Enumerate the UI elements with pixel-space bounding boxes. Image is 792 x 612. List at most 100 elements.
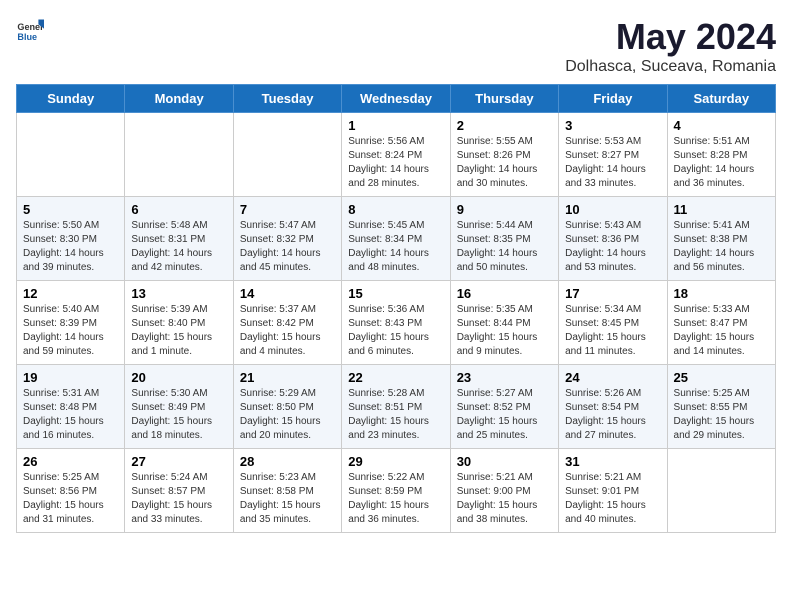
day-number: 31 bbox=[565, 454, 661, 469]
day-number: 30 bbox=[457, 454, 553, 469]
day-info: Sunrise: 5:23 AM Sunset: 8:58 PM Dayligh… bbox=[240, 471, 336, 527]
calendar-cell: 16 Sunrise: 5:35 AM Sunset: 8:44 PM Dayli… bbox=[450, 281, 558, 365]
day-number: 6 bbox=[131, 202, 227, 217]
title-block: May 2024 Dolhasca, Suceava, Romania bbox=[565, 16, 776, 76]
day-header-tuesday: Tuesday bbox=[233, 85, 341, 113]
calendar-cell: 4 Sunrise: 5:51 AM Sunset: 8:28 PM Daylig… bbox=[667, 113, 775, 197]
day-number: 26 bbox=[23, 454, 119, 469]
day-number: 5 bbox=[23, 202, 119, 217]
day-info: Sunrise: 5:50 AM Sunset: 8:30 PM Dayligh… bbox=[23, 219, 119, 275]
day-number: 7 bbox=[240, 202, 336, 217]
logo: General Blue bbox=[16, 16, 44, 44]
day-number: 21 bbox=[240, 370, 336, 385]
day-header-friday: Friday bbox=[559, 85, 667, 113]
day-number: 9 bbox=[457, 202, 553, 217]
day-number: 12 bbox=[23, 286, 119, 301]
day-info: Sunrise: 5:31 AM Sunset: 8:48 PM Dayligh… bbox=[23, 387, 119, 443]
week-row-4: 19Sunrise: 5:31 AM Sunset: 8:48 PM Dayli… bbox=[17, 365, 776, 449]
calendar-cell: 6 Sunrise: 5:48 AM Sunset: 8:31 PM Daylig… bbox=[125, 197, 233, 281]
calendar-cell: 8 Sunrise: 5:45 AM Sunset: 8:34 PM Daylig… bbox=[342, 197, 450, 281]
day-number: 22 bbox=[348, 370, 444, 385]
calendar-cell: 20 Sunrise: 5:30 AM Sunset: 8:49 PM Dayli… bbox=[125, 365, 233, 449]
day-info: Sunrise: 5:45 AM Sunset: 8:34 PM Dayligh… bbox=[348, 219, 444, 275]
calendar-cell: 12 Sunrise: 5:40 AM Sunset: 8:39 PM Dayli… bbox=[17, 281, 125, 365]
day-header-thursday: Thursday bbox=[450, 85, 558, 113]
calendar-cell bbox=[233, 113, 341, 197]
day-number: 23 bbox=[457, 370, 553, 385]
calendar-cell: 18 Sunrise: 5:33 AM Sunset: 8:47 PM Dayli… bbox=[667, 281, 775, 365]
main-title: May 2024 bbox=[565, 16, 776, 58]
day-info: Sunrise: 5:55 AM Sunset: 8:26 PM Dayligh… bbox=[457, 135, 553, 191]
calendar-cell: 25 Sunrise: 5:25 AM Sunset: 8:55 PM Dayli… bbox=[667, 365, 775, 449]
day-info: Sunrise: 5:47 AM Sunset: 8:32 PM Dayligh… bbox=[240, 219, 336, 275]
day-number: 28 bbox=[240, 454, 336, 469]
week-row-1: 1Sunrise: 5:56 AM Sunset: 8:24 PM Daylig… bbox=[17, 113, 776, 197]
day-info: Sunrise: 5:35 AM Sunset: 8:44 PM Dayligh… bbox=[457, 303, 553, 359]
day-number: 14 bbox=[240, 286, 336, 301]
calendar-cell: 19Sunrise: 5:31 AM Sunset: 8:48 PM Dayli… bbox=[17, 365, 125, 449]
calendar-cell: 24Sunrise: 5:26 AM Sunset: 8:54 PM Dayli… bbox=[559, 365, 667, 449]
calendar-cell bbox=[667, 449, 775, 533]
day-number: 20 bbox=[131, 370, 227, 385]
day-header-wednesday: Wednesday bbox=[342, 85, 450, 113]
day-info: Sunrise: 5:34 AM Sunset: 8:45 PM Dayligh… bbox=[565, 303, 661, 359]
calendar-cell: 11Sunrise: 5:41 AM Sunset: 8:38 PM Dayli… bbox=[667, 197, 775, 281]
calendar-cell: 29Sunrise: 5:22 AM Sunset: 8:59 PM Dayli… bbox=[342, 449, 450, 533]
day-info: Sunrise: 5:51 AM Sunset: 8:28 PM Dayligh… bbox=[674, 135, 770, 191]
day-info: Sunrise: 5:40 AM Sunset: 8:39 PM Dayligh… bbox=[23, 303, 119, 359]
day-info: Sunrise: 5:22 AM Sunset: 8:59 PM Dayligh… bbox=[348, 471, 444, 527]
calendar-cell bbox=[125, 113, 233, 197]
day-number: 17 bbox=[565, 286, 661, 301]
day-number: 4 bbox=[674, 118, 770, 133]
calendar-cell: 23Sunrise: 5:27 AM Sunset: 8:52 PM Dayli… bbox=[450, 365, 558, 449]
day-number: 1 bbox=[348, 118, 444, 133]
day-number: 16 bbox=[457, 286, 553, 301]
day-number: 8 bbox=[348, 202, 444, 217]
calendar-cell: 10Sunrise: 5:43 AM Sunset: 8:36 PM Dayli… bbox=[559, 197, 667, 281]
day-info: Sunrise: 5:36 AM Sunset: 8:43 PM Dayligh… bbox=[348, 303, 444, 359]
day-header-saturday: Saturday bbox=[667, 85, 775, 113]
day-info: Sunrise: 5:48 AM Sunset: 8:31 PM Dayligh… bbox=[131, 219, 227, 275]
day-number: 15 bbox=[348, 286, 444, 301]
page-header: General Blue May 2024 Dolhasca, Suceava,… bbox=[16, 16, 776, 76]
calendar-cell: 14 Sunrise: 5:37 AM Sunset: 8:42 PM Dayli… bbox=[233, 281, 341, 365]
week-row-2: 5 Sunrise: 5:50 AM Sunset: 8:30 PM Daylig… bbox=[17, 197, 776, 281]
subtitle: Dolhasca, Suceava, Romania bbox=[565, 58, 776, 76]
day-info: Sunrise: 5:44 AM Sunset: 8:35 PM Dayligh… bbox=[457, 219, 553, 275]
calendar-cell: 31 Sunrise: 5:21 AM Sunset: 9:01 PM Dayli… bbox=[559, 449, 667, 533]
day-info: Sunrise: 5:21 AM Sunset: 9:01 PM Dayligh… bbox=[565, 471, 661, 527]
day-info: Sunrise: 5:29 AM Sunset: 8:50 PM Dayligh… bbox=[240, 387, 336, 443]
day-header-sunday: Sunday bbox=[17, 85, 125, 113]
calendar-cell: 22 Sunrise: 5:28 AM Sunset: 8:51 PM Dayli… bbox=[342, 365, 450, 449]
day-number: 27 bbox=[131, 454, 227, 469]
day-info: Sunrise: 5:21 AM Sunset: 9:00 PM Dayligh… bbox=[457, 471, 553, 527]
day-info: Sunrise: 5:26 AM Sunset: 8:54 PM Dayligh… bbox=[565, 387, 661, 443]
calendar-cell: 15 Sunrise: 5:36 AM Sunset: 8:43 PM Dayli… bbox=[342, 281, 450, 365]
calendar-cell: 7 Sunrise: 5:47 AM Sunset: 8:32 PM Daylig… bbox=[233, 197, 341, 281]
day-info: Sunrise: 5:25 AM Sunset: 8:55 PM Dayligh… bbox=[674, 387, 770, 443]
calendar-cell: 2Sunrise: 5:55 AM Sunset: 8:26 PM Daylig… bbox=[450, 113, 558, 197]
day-info: Sunrise: 5:39 AM Sunset: 8:40 PM Dayligh… bbox=[131, 303, 227, 359]
calendar-cell: 27 Sunrise: 5:24 AM Sunset: 8:57 PM Dayli… bbox=[125, 449, 233, 533]
day-number: 25 bbox=[674, 370, 770, 385]
calendar-cell: 5 Sunrise: 5:50 AM Sunset: 8:30 PM Daylig… bbox=[17, 197, 125, 281]
calendar-cell: 21 Sunrise: 5:29 AM Sunset: 8:50 PM Dayli… bbox=[233, 365, 341, 449]
day-info: Sunrise: 5:37 AM Sunset: 8:42 PM Dayligh… bbox=[240, 303, 336, 359]
day-number: 13 bbox=[131, 286, 227, 301]
calendar-cell: 30 Sunrise: 5:21 AM Sunset: 9:00 PM Dayli… bbox=[450, 449, 558, 533]
day-number: 3 bbox=[565, 118, 661, 133]
calendar-cell: 26Sunrise: 5:25 AM Sunset: 8:56 PM Dayli… bbox=[17, 449, 125, 533]
day-info: Sunrise: 5:28 AM Sunset: 8:51 PM Dayligh… bbox=[348, 387, 444, 443]
calendar-cell bbox=[17, 113, 125, 197]
calendar-cell: 1Sunrise: 5:56 AM Sunset: 8:24 PM Daylig… bbox=[342, 113, 450, 197]
logo-icon: General Blue bbox=[16, 16, 44, 44]
day-header-monday: Monday bbox=[125, 85, 233, 113]
day-info: Sunrise: 5:33 AM Sunset: 8:47 PM Dayligh… bbox=[674, 303, 770, 359]
day-number: 10 bbox=[565, 202, 661, 217]
calendar-cell: 9 Sunrise: 5:44 AM Sunset: 8:35 PM Daylig… bbox=[450, 197, 558, 281]
day-info: Sunrise: 5:41 AM Sunset: 8:38 PM Dayligh… bbox=[674, 219, 770, 275]
day-number: 18 bbox=[674, 286, 770, 301]
day-info: Sunrise: 5:24 AM Sunset: 8:57 PM Dayligh… bbox=[131, 471, 227, 527]
calendar-table: SundayMondayTuesdayWednesdayThursdayFrid… bbox=[16, 84, 776, 533]
day-info: Sunrise: 5:30 AM Sunset: 8:49 PM Dayligh… bbox=[131, 387, 227, 443]
